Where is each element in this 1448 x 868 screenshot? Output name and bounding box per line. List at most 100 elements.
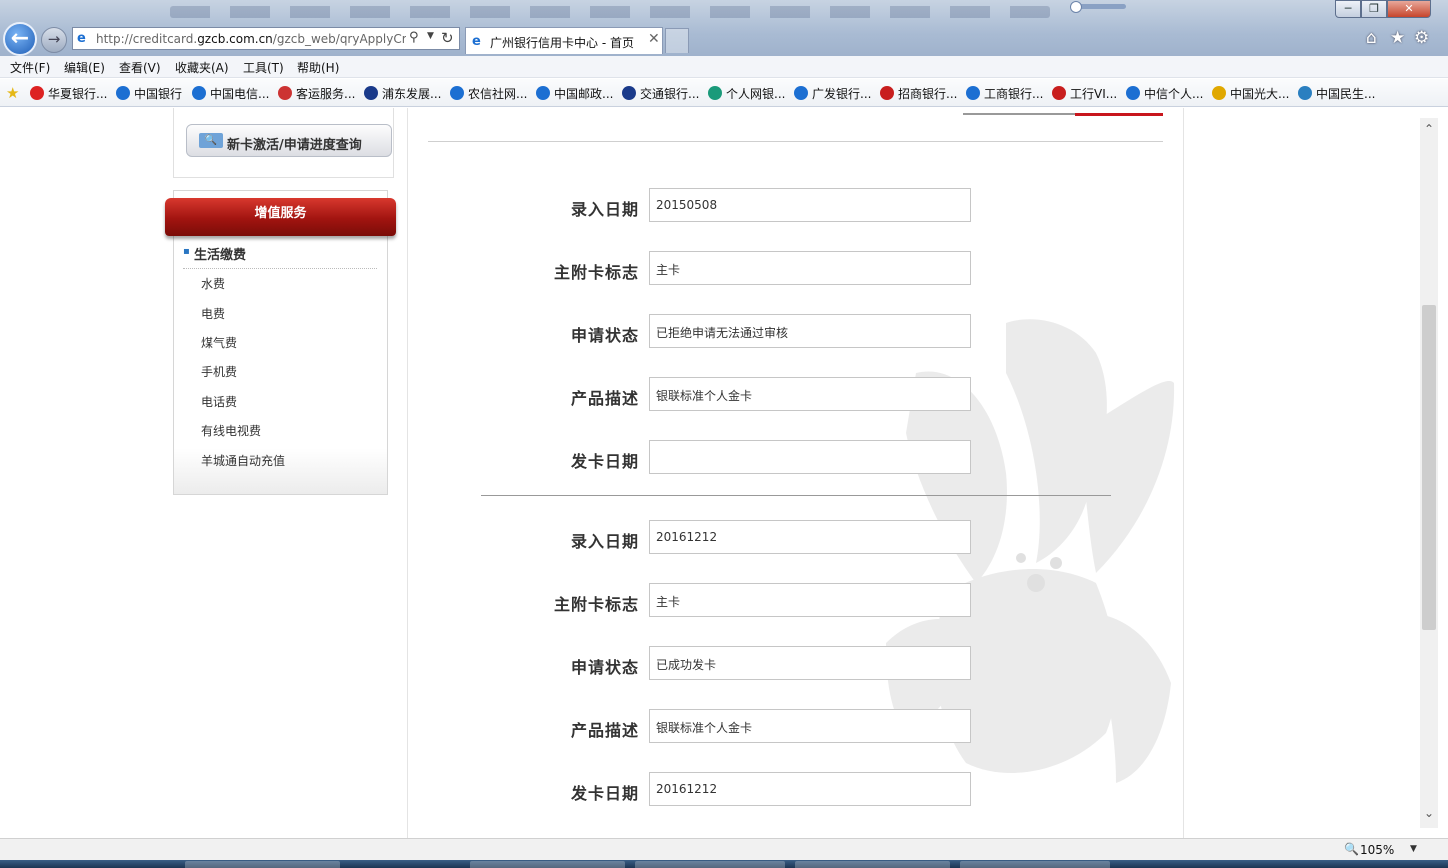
add-favorite-star-icon[interactable]: ★	[6, 84, 19, 102]
favorite-label: 交通银行...	[640, 87, 700, 101]
divider	[428, 141, 1163, 142]
entry-date-field[interactable]: 20150508	[649, 188, 971, 222]
value-added-services-header: 增值服务	[165, 198, 396, 236]
favorite-link[interactable]: 浦东发展...	[364, 85, 441, 102]
sidebar-item-gas[interactable]: 煤气费	[201, 334, 237, 351]
sidebar-item-cable-tv[interactable]: 有线电视费	[201, 422, 261, 439]
gear-icon[interactable]: ⚙	[1414, 28, 1429, 48]
favorite-link[interactable]: 工行VI...	[1052, 85, 1117, 102]
field-label-issue-date: 发卡日期	[570, 784, 639, 803]
scroll-down-icon[interactable]: ⌄	[1420, 806, 1438, 824]
taskbar-item[interactable]	[960, 861, 1110, 868]
address-bar[interactable]: e http://creditcard.gzcb.com.cn/gzcb_web…	[72, 27, 460, 50]
card-activation-query-button[interactable]: 🔍 新卡激活/申请进度查询	[186, 124, 392, 157]
tab-gzcb-home[interactable]: e 广州银行信用卡中心 - 首页 ✕	[465, 27, 663, 54]
active-tab-underline	[1075, 113, 1163, 116]
forward-button[interactable]: →	[41, 27, 67, 53]
menu-favorites[interactable]: 收藏夹(A)	[175, 59, 229, 76]
field-label-entry-date: 录入日期	[570, 200, 639, 219]
taskbar-item[interactable]	[470, 861, 625, 868]
entry-date-field[interactable]: 20161212	[649, 520, 971, 554]
card-type-field[interactable]: 主卡	[649, 251, 971, 285]
chevron-down-icon[interactable]: ▼	[1410, 844, 1417, 854]
search-icon[interactable]: ⚲	[409, 30, 419, 45]
ie-page-icon	[794, 86, 808, 100]
ie-page-icon	[116, 86, 130, 100]
field-label-card-type: 主附卡标志	[553, 595, 639, 614]
favorite-link[interactable]: 农信社网...	[450, 85, 527, 102]
back-button[interactable]: ←	[3, 22, 37, 56]
favorites-star-icon[interactable]: ★	[1390, 28, 1405, 48]
address-url[interactable]: http://creditcard.gzcb.com.cn/gzcb_web/q…	[96, 32, 406, 46]
maximize-button[interactable]: ❐	[1361, 0, 1387, 18]
favorite-label: 工行VI...	[1070, 87, 1118, 101]
category-life-payments[interactable]: 生活缴费	[194, 244, 246, 263]
menu-view[interactable]: 查看(V)	[119, 59, 161, 76]
card-type-field[interactable]: 主卡	[649, 583, 971, 617]
issue-date-field[interactable]: 20161212	[649, 772, 971, 806]
favorite-link[interactable]: 华夏银行...	[30, 85, 107, 102]
menu-edit[interactable]: 编辑(E)	[64, 59, 105, 76]
favorite-link[interactable]: 个人网银...	[708, 85, 785, 102]
bank-logo-icon	[880, 86, 894, 100]
issue-date-field[interactable]	[649, 440, 971, 474]
application-status-field[interactable]: 已成功发卡	[649, 646, 971, 680]
ie-page-icon: e	[77, 31, 86, 46]
field-label-application-status: 申请状态	[570, 658, 639, 677]
new-tab-button[interactable]	[665, 28, 689, 53]
favorite-link[interactable]: 中国光大...	[1212, 85, 1289, 102]
left-sidebar: 🔍 新卡激活/申请进度查询 增值服务 ▪ 生活缴费 水费 电费 煤气费 手机费 …	[165, 108, 397, 838]
favorite-link[interactable]: 工商银行...	[966, 85, 1043, 102]
taskbar-item[interactable]	[635, 861, 785, 868]
field-label-card-type: 主附卡标志	[553, 263, 639, 282]
favorite-link[interactable]: 中信个人...	[1126, 85, 1203, 102]
sidebar-item-yangchengtong[interactable]: 羊城通自动充值	[201, 452, 285, 469]
application-status-field[interactable]: 已拒绝申请无法通过审核	[649, 314, 971, 348]
minimize-button[interactable]: ─	[1335, 0, 1361, 18]
favorite-link[interactable]: 中国银行	[116, 85, 182, 102]
product-description-field[interactable]: 银联标准个人金卡	[649, 377, 971, 411]
menu-bar: 文件(F) 编辑(E) 查看(V) 收藏夹(A) 工具(T) 帮助(H)	[0, 56, 1448, 78]
menu-help[interactable]: 帮助(H)	[297, 59, 339, 76]
chevron-down-icon[interactable]: ▼	[427, 31, 434, 41]
zoom-slider[interactable]	[1070, 1, 1126, 13]
zoom-icon[interactable]: 🔍	[1344, 842, 1359, 856]
scroll-up-icon[interactable]: ⌃	[1420, 122, 1438, 140]
favorite-link[interactable]: 广发银行...	[794, 85, 871, 102]
tab-title: 广州银行信用卡中心 - 首页	[490, 36, 634, 50]
favorite-link[interactable]: 交通银行...	[622, 85, 699, 102]
application-progress-panel: 录入日期 20150508 主附卡标志 主卡 申请状态 已拒绝申请无法通过审核 …	[407, 108, 1184, 838]
record-divider	[481, 495, 1111, 496]
browser-titlebar: ─ ❐ ✕ ← → e http://creditcard.gzcb.com.c…	[0, 0, 1448, 56]
zoom-level[interactable]: 105%	[1360, 843, 1394, 857]
close-tab-icon[interactable]: ✕	[648, 31, 660, 47]
sidebar-item-telephone[interactable]: 电话费	[201, 393, 237, 410]
field-label-issue-date: 发卡日期	[570, 452, 639, 471]
refresh-icon[interactable]: ↻	[441, 29, 454, 47]
bank-logo-icon	[708, 86, 722, 100]
favorite-link[interactable]: 招商银行...	[880, 85, 957, 102]
menu-tools[interactable]: 工具(T)	[243, 59, 284, 76]
favorite-link[interactable]: 中国邮政...	[536, 85, 613, 102]
favorite-link[interactable]: 中国民生...	[1298, 85, 1375, 102]
favorite-label: 中国电信...	[210, 87, 270, 101]
ie-page-icon: e	[472, 34, 481, 49]
favorite-link[interactable]: 中国电信...	[192, 85, 269, 102]
sidebar-item-water[interactable]: 水费	[201, 275, 225, 292]
product-description-field[interactable]: 银联标准个人金卡	[649, 709, 971, 743]
card-activation-label: 新卡激活/申请进度查询	[227, 138, 362, 153]
close-window-button[interactable]: ✕	[1387, 0, 1431, 18]
bank-logo-icon	[278, 86, 292, 100]
favorite-label: 中国邮政...	[554, 87, 614, 101]
taskbar-item[interactable]	[185, 861, 340, 868]
sidebar-item-electricity[interactable]: 电费	[201, 305, 225, 322]
url-prefix: http://creditcard.	[96, 32, 198, 46]
favorite-link[interactable]: 客运服务...	[278, 85, 355, 102]
menu-file[interactable]: 文件(F)	[10, 59, 50, 76]
status-bar: 🔍 105% ▼	[0, 838, 1448, 860]
home-icon[interactable]: ⌂	[1366, 28, 1377, 48]
taskbar-item[interactable]	[795, 861, 950, 868]
tab-underline	[963, 113, 1075, 115]
sidebar-item-mobile[interactable]: 手机费	[201, 363, 237, 380]
scrollbar-thumb[interactable]	[1422, 305, 1436, 630]
